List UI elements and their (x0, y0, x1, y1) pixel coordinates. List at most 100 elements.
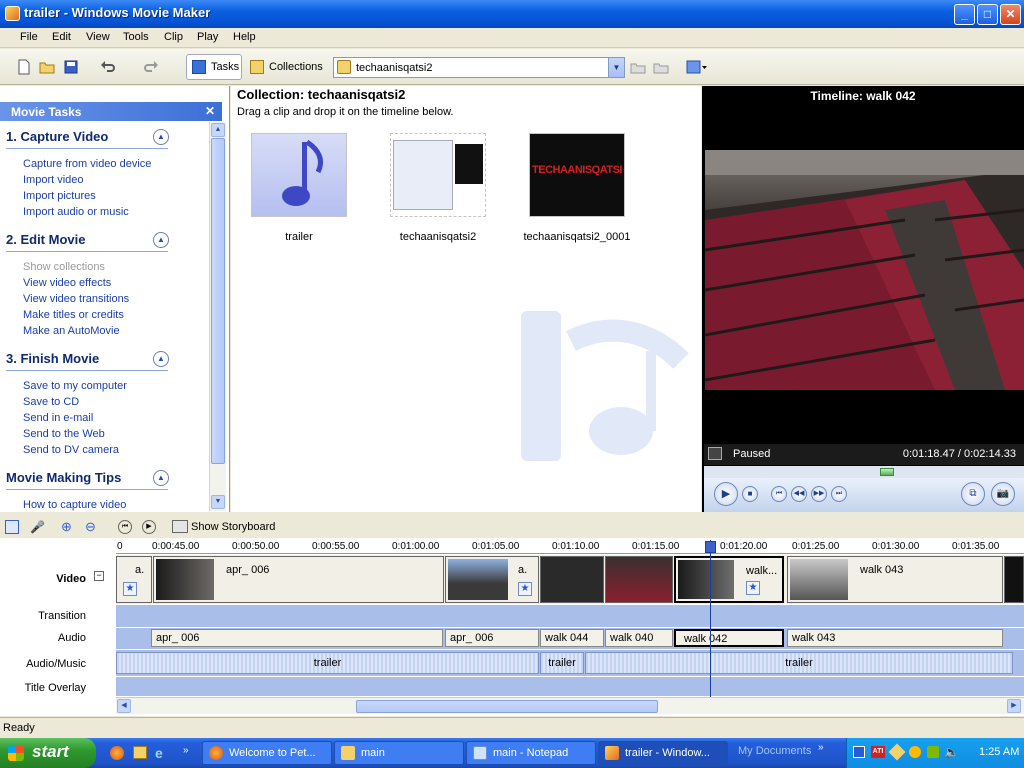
stop-button[interactable]: ■ (742, 486, 758, 502)
previous-frame-button[interactable]: ⏮ (771, 486, 787, 502)
seek-thumb[interactable] (880, 468, 894, 476)
scroll-right-icon[interactable]: ▶ (1007, 699, 1021, 713)
music-clip[interactable]: trailer (540, 652, 584, 674)
title-bar[interactable]: trailer - Windows Movie Maker _ □ ✕ (0, 0, 1024, 28)
menu-file[interactable]: File (20, 31, 38, 43)
scroll-down-icon[interactable]: ▼ (211, 495, 225, 509)
section-finish-movie[interactable]: 3. Finish Movie (6, 351, 99, 366)
task-import-pictures[interactable]: Import pictures (23, 190, 96, 202)
timeline-scroll-thumb[interactable] (356, 700, 658, 713)
narrate-icon[interactable]: 🎤 (30, 520, 45, 534)
undo-icon[interactable] (100, 59, 116, 75)
tray-tool-icon[interactable] (888, 743, 906, 761)
toolbar-expand-icon[interactable]: » (818, 742, 824, 753)
storyboard-icon[interactable] (5, 520, 19, 534)
open-project-icon[interactable] (39, 59, 55, 75)
task-view-video-effects[interactable]: View video effects (23, 277, 111, 289)
take-picture-button[interactable]: 📷 (991, 482, 1015, 506)
ati-tray-icon[interactable]: ATI (871, 746, 885, 758)
chevron-down-icon[interactable]: ▼ (608, 58, 624, 77)
tray-utility-icon[interactable] (909, 746, 921, 758)
title-overlay-track[interactable] (116, 677, 1024, 696)
messenger-tray-icon[interactable] (853, 746, 865, 758)
task-how-to-capture[interactable]: How to capture video (23, 499, 126, 511)
play-timeline-icon[interactable]: ▶ (142, 520, 156, 534)
clip-thumbnail-techaanisqatsi2-0001[interactable]: TECHAANISQATSI (529, 133, 625, 217)
video-clip[interactable] (1004, 556, 1024, 603)
collapse-icon[interactable]: ▲ (153, 470, 169, 486)
tray-network-icon[interactable] (927, 746, 939, 758)
collapse-video-track-icon[interactable]: − (94, 571, 104, 581)
menu-view[interactable]: View (86, 31, 110, 43)
split-clip-button[interactable]: ⧉ (961, 482, 985, 506)
task-capture-from-device[interactable]: Capture from video device (23, 158, 151, 170)
menu-play[interactable]: Play (197, 31, 218, 43)
collections-button[interactable]: Collections (244, 54, 324, 80)
collection-dropdown[interactable]: techaanisqatsi2 ▼ (333, 57, 625, 78)
taskbar-item-movie-maker[interactable]: trailer - Window... (598, 741, 728, 765)
close-tasks-icon[interactable]: ✕ (205, 104, 215, 118)
playhead-handle[interactable] (705, 541, 716, 553)
fullscreen-icon[interactable] (708, 447, 722, 460)
play-button[interactable]: ▶ (714, 482, 738, 506)
next-frame-button[interactable]: ⏭ (831, 486, 847, 502)
taskbar-item-main-folder[interactable]: main (334, 741, 464, 765)
taskbar-item-notepad[interactable]: main - Notepad (466, 741, 596, 765)
start-button[interactable]: start (0, 738, 96, 768)
zoom-out-icon[interactable]: ⊖ (85, 519, 96, 535)
video-clip-selected[interactable]: walk... ★ (674, 556, 784, 603)
task-view-video-transitions[interactable]: View video transitions (23, 293, 129, 305)
more-quicklaunch-icon[interactable]: » (183, 745, 189, 756)
video-clip[interactable] (540, 556, 604, 603)
video-clip[interactable]: a. ★ (116, 556, 152, 603)
scroll-thumb[interactable] (211, 138, 225, 464)
zoom-in-icon[interactable]: ⊕ (61, 519, 72, 535)
playhead-line[interactable] (710, 540, 711, 697)
task-send-dv-camera[interactable]: Send to DV camera (23, 444, 119, 456)
menu-help[interactable]: Help (233, 31, 256, 43)
internet-explorer-quicklaunch-icon[interactable]: e (155, 745, 163, 761)
menu-tools[interactable]: Tools (123, 31, 149, 43)
music-clip[interactable]: trailer (585, 652, 1013, 674)
task-save-to-cd[interactable]: Save to CD (23, 396, 79, 408)
up-one-level-icon[interactable] (630, 59, 646, 75)
task-make-titles[interactable]: Make titles or credits (23, 309, 124, 321)
new-project-icon[interactable] (16, 59, 32, 75)
explorer-quicklaunch-icon[interactable] (133, 746, 147, 759)
rewind-button[interactable]: ◀◀ (791, 486, 807, 502)
collapse-icon[interactable]: ▲ (153, 232, 169, 248)
clip-thumbnail-trailer[interactable] (251, 133, 347, 217)
collapse-icon[interactable]: ▲ (153, 129, 169, 145)
minimize-button[interactable]: _ (954, 4, 975, 25)
task-import-video[interactable]: Import video (23, 174, 84, 186)
clip-thumbnail-techaanisqatsi2[interactable] (390, 133, 486, 217)
taskbar-my-documents[interactable]: My Documents (738, 745, 811, 757)
firefox-quicklaunch-icon[interactable] (110, 746, 124, 760)
fast-forward-button[interactable]: ▶▶ (811, 486, 827, 502)
video-clip[interactable]: apr_ 006 (153, 556, 444, 603)
music-clip[interactable]: trailer (116, 652, 539, 674)
task-save-to-computer[interactable]: Save to my computer (23, 380, 127, 392)
timeline-scrollbar[interactable]: ◀ ▶ (116, 697, 1024, 714)
volume-tray-icon[interactable]: 🔈 (944, 745, 959, 759)
maximize-button[interactable]: □ (977, 4, 998, 25)
audio-clip[interactable]: apr_ 006 (445, 629, 539, 647)
audio-clip[interactable]: walk 043 (787, 629, 1003, 647)
audio-clip[interactable]: walk 040 (605, 629, 673, 647)
tasks-scrollbar[interactable]: ▲ ▼ (209, 122, 226, 511)
menu-edit[interactable]: Edit (52, 31, 71, 43)
redo-icon[interactable] (143, 59, 159, 75)
task-send-web[interactable]: Send to the Web (23, 428, 105, 440)
audio-clip[interactable]: walk 044 (540, 629, 604, 647)
scroll-up-icon[interactable]: ▲ (211, 123, 225, 137)
task-send-email[interactable]: Send in e-mail (23, 412, 93, 424)
tasks-button[interactable]: Tasks (186, 54, 242, 80)
scroll-left-icon[interactable]: ◀ (117, 699, 131, 713)
video-clip[interactable]: walk 043 (787, 556, 1003, 603)
seek-bar[interactable] (704, 466, 1024, 478)
audio-clip[interactable]: apr_ 006 (151, 629, 443, 647)
clock[interactable]: 1:25 AM (979, 746, 1019, 758)
video-clip[interactable] (605, 556, 673, 603)
transition-track[interactable] (116, 605, 1024, 627)
show-storyboard-button[interactable]: Show Storyboard (191, 521, 275, 533)
